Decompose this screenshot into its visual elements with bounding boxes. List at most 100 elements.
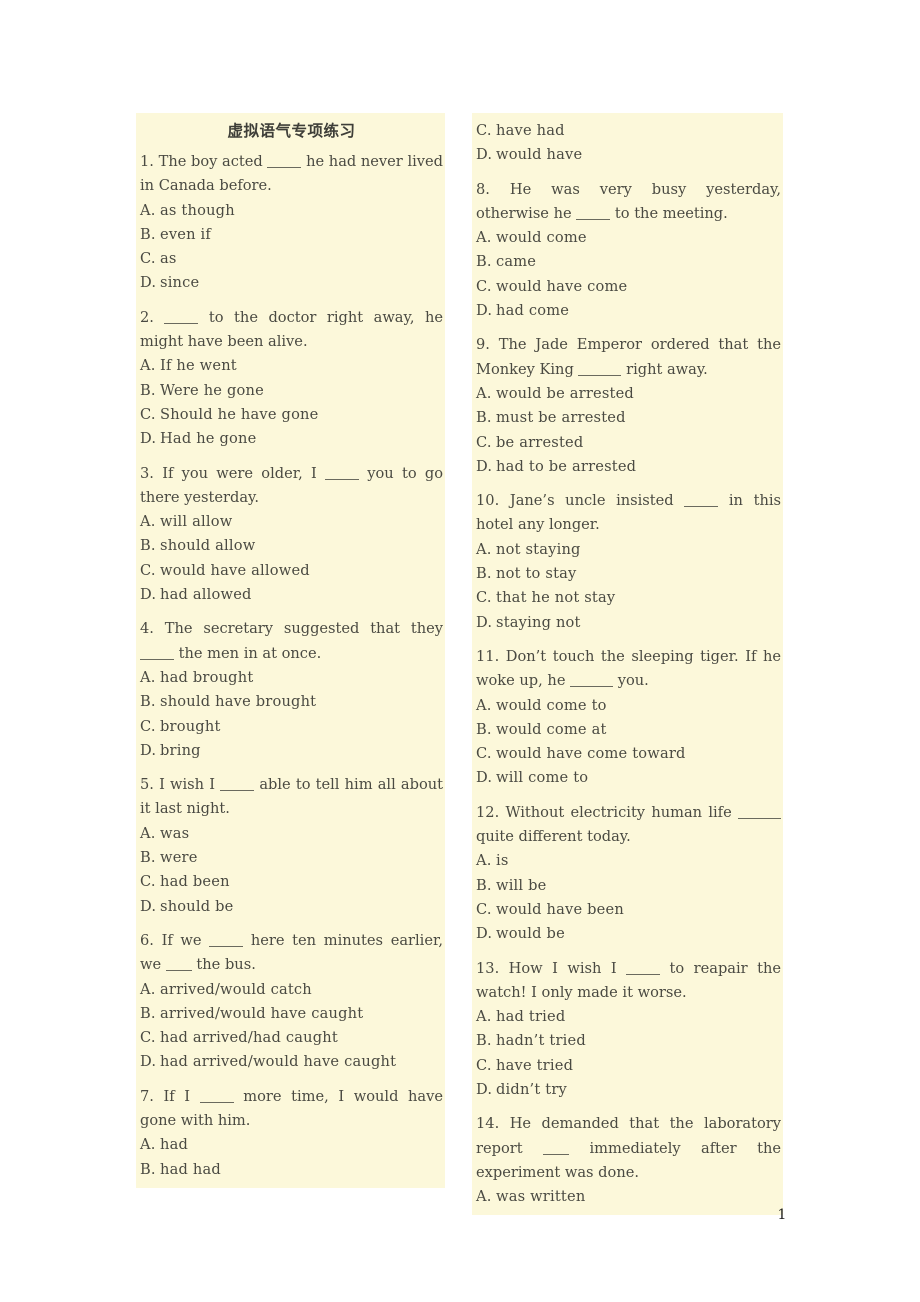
answer-option[interactable]: C. that he not stay: [476, 586, 781, 610]
answer-option[interactable]: A. would come to: [476, 694, 781, 718]
answer-blank[interactable]: [199, 1089, 234, 1103]
answer-option[interactable]: D. would have: [476, 143, 781, 167]
answer-option[interactable]: A. had brought: [140, 666, 443, 690]
option-letter: A.: [140, 357, 156, 375]
answer-option[interactable]: D. would be: [476, 922, 781, 946]
stem-text: The secretary suggested that they: [164, 620, 448, 638]
answer-blank[interactable]: [737, 805, 781, 819]
answer-blank[interactable]: [543, 1141, 570, 1155]
answer-blank[interactable]: [576, 206, 611, 220]
answer-option[interactable]: B. arrived/would have caught: [140, 1002, 443, 1026]
option-text: that he not stay: [496, 589, 616, 607]
answer-option[interactable]: A. will allow: [140, 510, 443, 534]
answer-option[interactable]: A. If he went: [140, 354, 443, 378]
option-text: would come to: [496, 696, 607, 714]
answer-option[interactable]: B. were: [140, 846, 443, 870]
option-text: not staying: [496, 540, 581, 558]
stem-text: the bus.: [191, 956, 256, 974]
option-letter: A.: [140, 1136, 156, 1154]
answer-blank[interactable]: [325, 466, 360, 480]
answer-blank[interactable]: [209, 933, 244, 947]
answer-option[interactable]: B. would come at: [476, 718, 781, 742]
answer-option[interactable]: C. would have come toward: [476, 742, 781, 766]
answer-option[interactable]: B. should have brought: [140, 690, 443, 714]
answer-option[interactable]: A. as though: [140, 199, 443, 223]
answer-option[interactable]: D. Had he gone: [140, 427, 443, 451]
answer-option[interactable]: B. hadn’t tried: [476, 1029, 781, 1053]
answer-option[interactable]: A. was: [140, 822, 443, 846]
option-text: will be: [496, 876, 547, 894]
answer-option[interactable]: C. had arrived/had caught: [140, 1026, 443, 1050]
page-title: 虚拟语气专项练习: [227, 122, 356, 140]
answer-option[interactable]: D. should be: [140, 895, 443, 919]
option-letter: B.: [140, 849, 156, 867]
option-text: had arrived/would have caught: [160, 1053, 397, 1071]
answer-blank[interactable]: [267, 154, 302, 168]
answer-option[interactable]: B. not to stay: [476, 562, 781, 586]
answer-option[interactable]: C. brought: [140, 715, 443, 739]
answer-option[interactable]: A. had tried: [476, 1005, 781, 1029]
question-stem: 3. If you were older, I you to go there …: [140, 462, 443, 511]
option-letter: C.: [476, 745, 492, 763]
answer-blank[interactable]: [626, 961, 661, 975]
answer-option[interactable]: D. had arrived/would have caught: [140, 1050, 443, 1074]
answer-blank[interactable]: [684, 493, 719, 508]
option-text: had allowed: [160, 586, 252, 604]
question-number: 13.: [476, 959, 509, 977]
answer-option[interactable]: B. Were he gone: [140, 379, 443, 403]
worksheet-page: 虚拟语气专项练习 1. The boy acted he had never l…: [0, 0, 920, 1302]
answer-option[interactable]: D. had come: [476, 299, 781, 323]
answer-option[interactable]: C. Should he have gone: [140, 403, 443, 427]
answer-option[interactable]: C. would have allowed: [140, 559, 443, 583]
answer-option[interactable]: C. as: [140, 247, 443, 271]
option-letter: A.: [476, 540, 492, 558]
answer-option[interactable]: A. had: [140, 1133, 443, 1157]
question-stem: 11. Don’t touch the sleeping tiger. If h…: [476, 645, 781, 694]
option-text: not to stay: [496, 565, 577, 583]
question-number: 11.: [476, 647, 506, 665]
option-letter: C.: [140, 1029, 156, 1047]
option-text: should be: [160, 897, 234, 915]
answer-option[interactable]: D. since: [140, 271, 443, 295]
option-letter: C.: [140, 873, 156, 891]
answer-option[interactable]: C. have had: [476, 119, 781, 143]
answer-option[interactable]: A. is: [476, 849, 781, 873]
answer-option[interactable]: A. would be arrested: [476, 382, 781, 406]
answer-option[interactable]: D. staying not: [476, 611, 781, 635]
answer-option[interactable]: A. was written: [476, 1185, 781, 1209]
answer-option[interactable]: B. came: [476, 250, 781, 274]
answer-option[interactable]: C. have tried: [476, 1054, 781, 1078]
answer-option[interactable]: D. will come to: [476, 766, 781, 790]
answer-option[interactable]: C. be arrested: [476, 431, 781, 455]
answer-option[interactable]: C. would have been: [476, 898, 781, 922]
answer-option[interactable]: A. not staying: [476, 538, 781, 562]
question-number: 8.: [476, 180, 510, 198]
answer-option[interactable]: A. would come: [476, 226, 781, 250]
option-text: have tried: [496, 1056, 574, 1074]
answer-option[interactable]: A. arrived/would catch: [140, 978, 443, 1002]
answer-option[interactable]: D. had allowed: [140, 583, 443, 607]
option-letter: D.: [140, 274, 157, 292]
answer-option[interactable]: C. would have come: [476, 275, 781, 299]
answer-option[interactable]: D. had to be arrested: [476, 455, 781, 479]
answer-blank[interactable]: [578, 362, 622, 376]
answer-blank[interactable]: [570, 673, 614, 688]
answer-option[interactable]: B. must be arrested: [476, 406, 781, 430]
answer-blank[interactable]: [220, 777, 255, 792]
answer-option[interactable]: B. will be: [476, 874, 781, 898]
option-letter: B.: [476, 720, 492, 738]
answer-option[interactable]: D. didn’t try: [476, 1078, 781, 1102]
answer-blank[interactable]: [140, 646, 174, 660]
answer-option[interactable]: D. bring: [140, 739, 443, 763]
question-item: 3. If you were older, I you to go there …: [140, 462, 443, 608]
answer-option[interactable]: B. had had: [140, 1158, 443, 1182]
option-letter: B.: [140, 225, 156, 243]
option-letter: D.: [140, 586, 157, 604]
question-list-left: 1. The boy acted he had never lived in C…: [140, 150, 443, 1182]
answer-option[interactable]: C. had been: [140, 870, 443, 894]
answer-blank[interactable]: [165, 957, 192, 972]
answer-option[interactable]: B. even if: [140, 223, 443, 247]
answer-option[interactable]: B. should allow: [140, 534, 443, 558]
option-letter: D.: [476, 1080, 493, 1098]
answer-blank[interactable]: [164, 310, 199, 324]
